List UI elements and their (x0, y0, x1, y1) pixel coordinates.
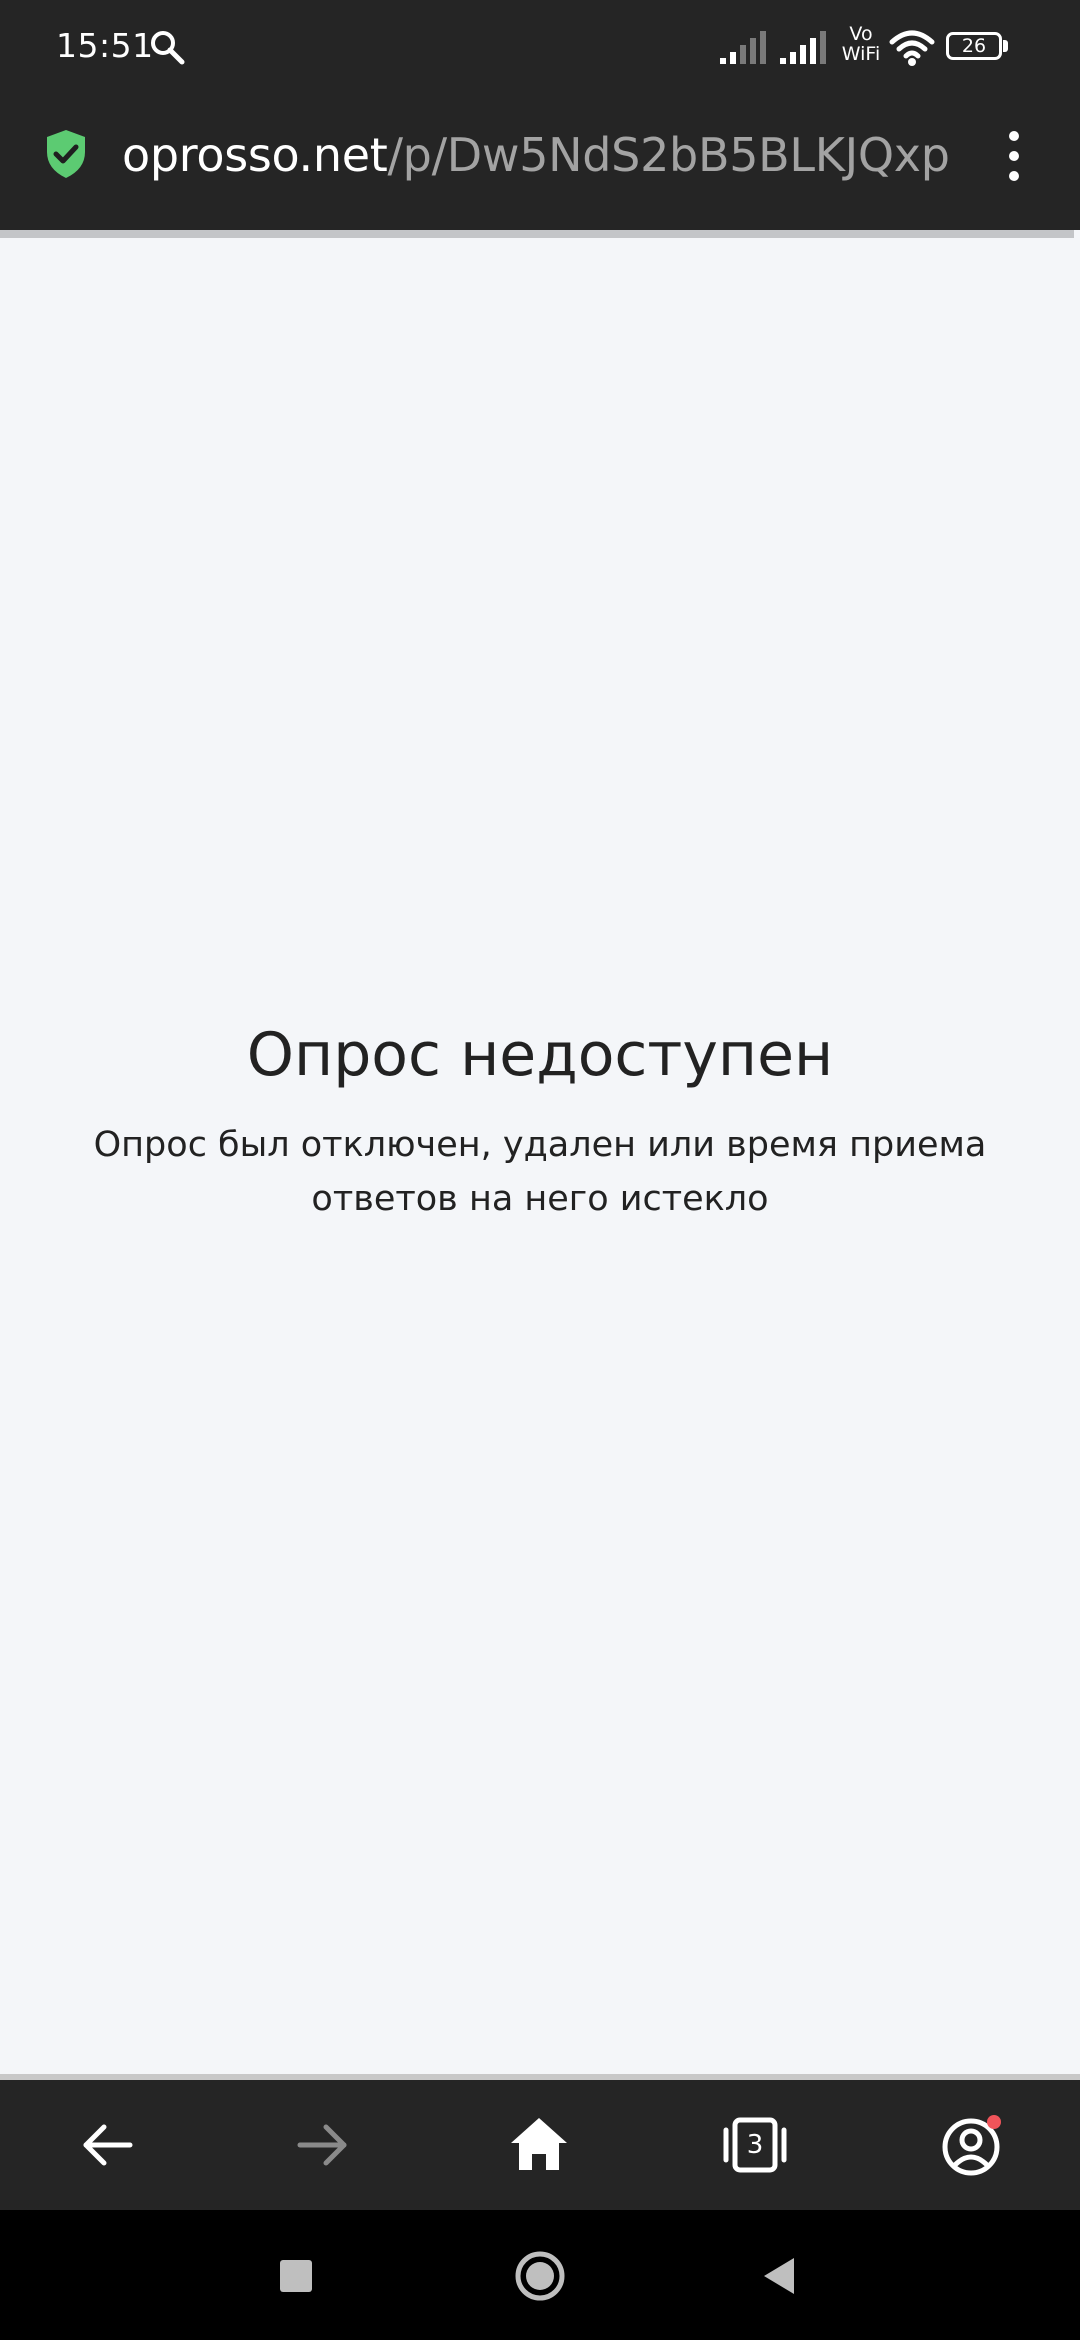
cellular-signal-icon (780, 31, 826, 64)
back-arrow-icon[interactable] (72, 2110, 142, 2180)
battery-level: 26 (946, 32, 1002, 60)
notification-dot (987, 2115, 1001, 2129)
more-options-icon[interactable] (998, 126, 1030, 186)
battery-tip (1003, 40, 1008, 52)
tabs-count: 3 (746, 2130, 764, 2160)
address-bar[interactable]: oprosso.net/p/Dw5NdS2bB5BLKJQxp (122, 126, 950, 184)
vowifi-top-label: Vo (849, 23, 873, 45)
status-time: 15:51 (56, 26, 154, 65)
home-icon[interactable] (504, 2110, 574, 2180)
browser-toolbar: oprosso.net/p/Dw5NdS2bB5BLKJQxp (0, 96, 1080, 230)
url-domain: oprosso.net (122, 128, 388, 182)
wifi-icon (889, 30, 935, 66)
secure-shield-icon[interactable] (44, 128, 88, 180)
search-icon (151, 31, 185, 65)
system-back-icon[interactable] (752, 2248, 808, 2304)
forward-arrow-icon[interactable] (288, 2110, 358, 2180)
system-home-icon[interactable] (512, 2248, 568, 2304)
vowifi-indicator: Vo WiFi (836, 24, 886, 72)
unavailable-title: Опрос недоступен (246, 1020, 834, 1090)
browser-bottom-nav: 3 (0, 2080, 1080, 2210)
recents-icon[interactable] (268, 2248, 324, 2304)
unavailable-message: Опрос был отключен, удален или время при… (93, 1125, 987, 1219)
profile-icon[interactable] (936, 2110, 1006, 2180)
status-bar: 15:51 Vo WiFi 26 (0, 0, 1080, 96)
url-path: /p/Dw5NdS2bB5BLKJQxp (387, 128, 950, 182)
battery-icon: 26 (946, 32, 1010, 64)
vowifi-bottom-label: WiFi (841, 43, 881, 65)
page-load-progress (0, 230, 1074, 238)
tabs-button[interactable]: 3 (720, 2110, 790, 2180)
page-content: Опрос недоступен Опрос был отключен, уда… (0, 238, 1080, 2074)
system-navigation-bar (0, 2210, 1080, 2340)
cellular-signal-icon (720, 31, 766, 64)
